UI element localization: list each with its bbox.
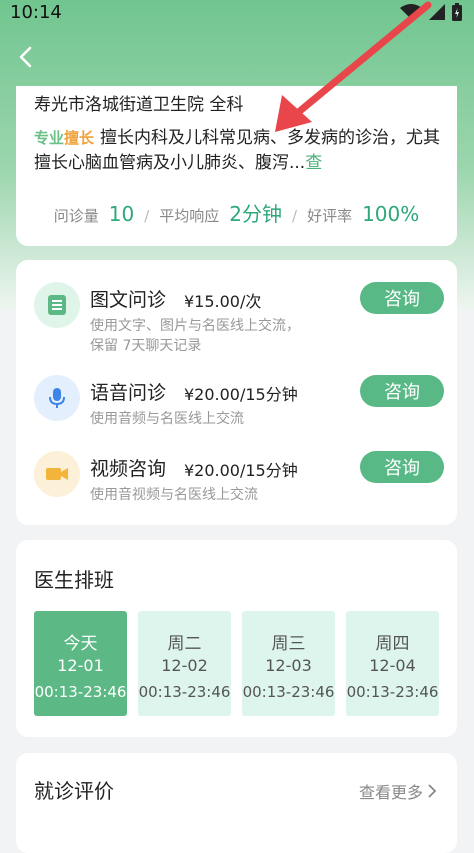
microphone-icon (49, 388, 65, 408)
service-title: 视频咨询 (90, 458, 167, 480)
doctor-stats: 问诊量 10 / 平均响应 2分钟 / 好评率 100% (16, 198, 457, 227)
service-title: 语音问诊 (90, 382, 167, 404)
service-description: 使用音视频与名医线上交流 (90, 487, 258, 503)
schedule-title: 医生排班 (34, 568, 114, 592)
specialty-text: 擅长内科及儿科常见病、多发病的诊治，尤其擅长心脑血管病及小儿肺炎、腹泻... (34, 128, 441, 173)
service-price: ¥20.00/15分钟 (184, 461, 298, 480)
back-button[interactable] (10, 42, 40, 72)
stat-consultations: 问诊量 10 (53, 202, 135, 226)
specialty-badge: 专业擅长 (34, 129, 95, 147)
doctor-hospital: 寿光市洛城街道卫生院 全科 (34, 95, 244, 115)
service-price: ¥15.00/次 (184, 292, 262, 311)
service-description: 使用文字、图片与名医线上交流，保留 7天聊天记录 (90, 318, 300, 354)
reviews-title: 就诊评价 (34, 779, 114, 803)
doctor-specialty: 专业擅长 擅长内科及儿科常见病、多发病的诊治，尤其擅长心脑血管病及小儿肺炎、腹泻.… (34, 126, 444, 176)
service-description: 使用音频与名医线上交流 (90, 411, 244, 427)
doctor-info-card: 寿光市洛城街道卫生院 全科 专业擅长 擅长内科及儿科常见病、多发病的诊治，尤其擅长… (16, 86, 457, 246)
schedule-day-thu[interactable]: 周四 12-04 00:13-23:46 (346, 611, 439, 716)
stat-rating: 好评率 100% (307, 202, 420, 226)
chevron-left-icon (19, 46, 32, 68)
consult-button-voice[interactable]: 咨询 (360, 375, 444, 407)
wifi-icon (400, 4, 422, 19)
status-bar: 10:14 (0, 0, 474, 26)
consult-button-text[interactable]: 咨询 (360, 282, 444, 314)
specialty-more-link[interactable]: 查 (305, 153, 322, 173)
reviews-card: 就诊评价 查看更多 (16, 753, 457, 853)
stat-divider: / (292, 207, 298, 225)
status-time: 10:14 (10, 2, 62, 23)
schedule-day-tue[interactable]: 周二 12-02 00:13-23:46 (138, 611, 231, 716)
service-icon-wrap (34, 282, 80, 328)
video-camera-icon (46, 468, 68, 480)
battery-icon (452, 3, 462, 21)
schedule-day-today[interactable]: 今天 12-01 00:13-23:46 (34, 611, 127, 716)
services-card: 图文问诊 ¥15.00/次 使用文字、图片与名医线上交流，保留 7天聊天记录 咨… (16, 260, 457, 525)
schedule-day-wed[interactable]: 周三 12-03 00:13-23:46 (242, 611, 335, 716)
reviews-more-link[interactable]: 查看更多 (359, 779, 437, 803)
schedule-card: 医生排班 今天 12-01 00:13-23:46 周二 12-02 00:13… (16, 540, 457, 737)
cellular-signal-icon (429, 4, 445, 20)
status-icons (400, 3, 462, 21)
service-title: 图文问诊 (90, 289, 167, 311)
service-price: ¥20.00/15分钟 (184, 385, 298, 404)
chat-icon (48, 295, 66, 315)
stat-response: 平均响应 2分钟 (159, 202, 282, 226)
stat-divider: / (144, 207, 150, 225)
service-icon-wrap (34, 451, 80, 497)
chevron-right-icon (428, 784, 437, 798)
service-icon-wrap (34, 375, 80, 421)
consult-button-video[interactable]: 咨询 (360, 451, 444, 483)
